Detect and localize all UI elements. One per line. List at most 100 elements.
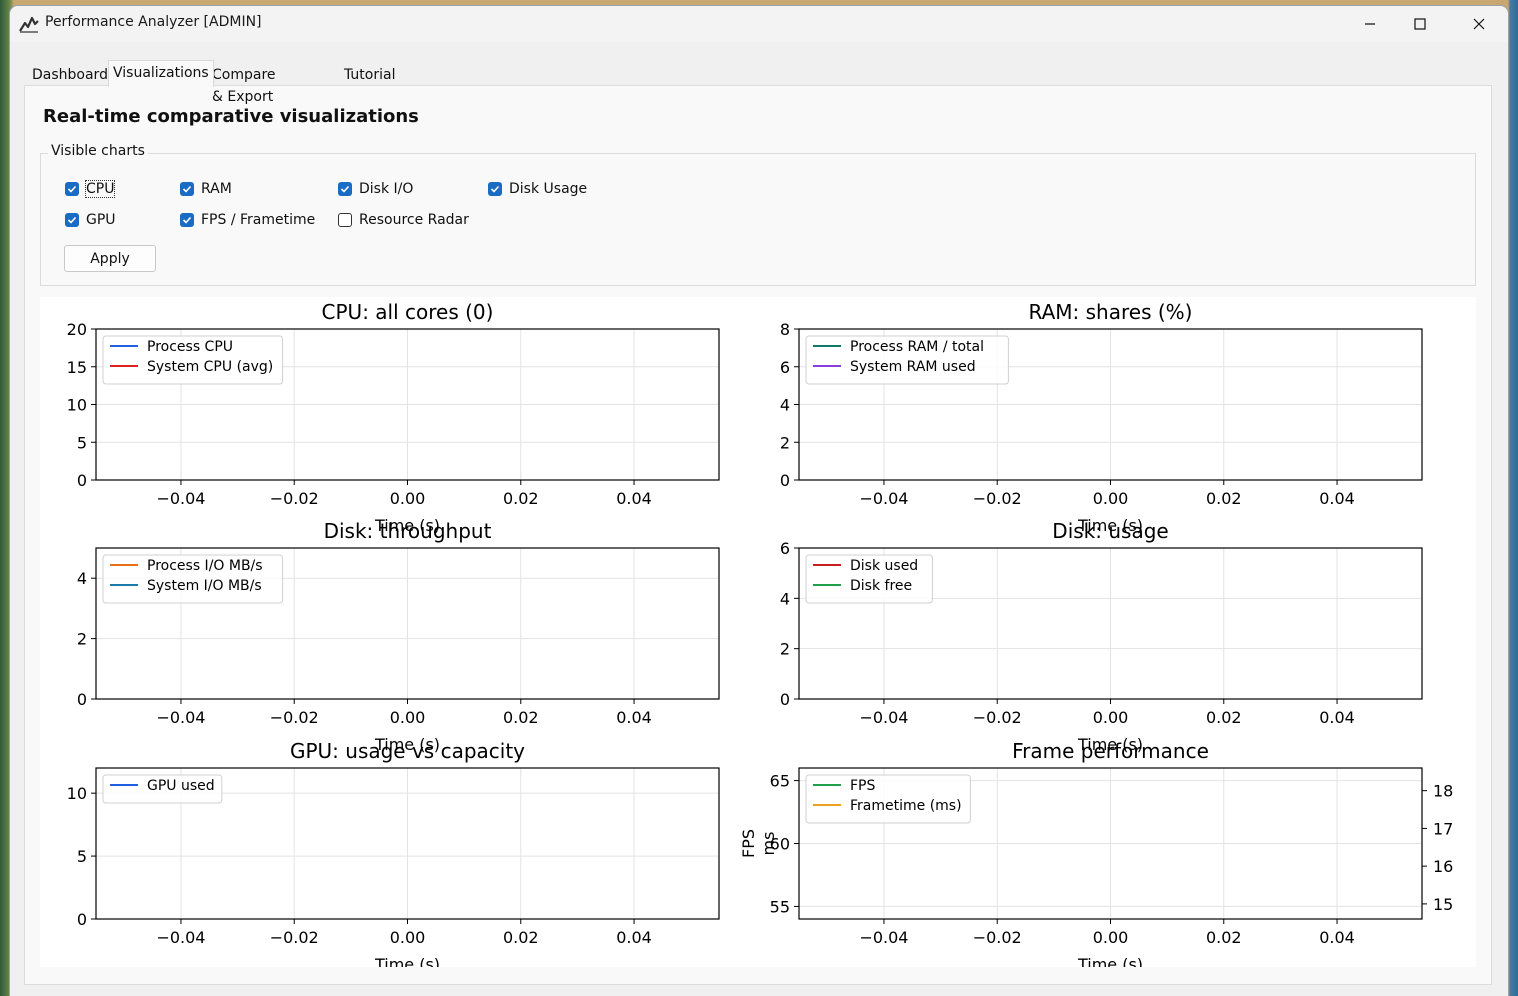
chart-2-legend-label: System RAM used: [850, 359, 976, 375]
checkbox-checked-icon: [65, 182, 79, 196]
chart-4-tick-label-x: 0.00: [1093, 708, 1129, 727]
chart-1-tick-label-x: −0.04: [156, 489, 205, 508]
chart-5-title: GPU: usage vs capacity: [290, 739, 525, 763]
chart-1-legend-label: System CPU (avg): [147, 359, 273, 375]
checkbox-ram[interactable]: RAM: [180, 179, 232, 199]
chart-1-tick-label-y: 20: [67, 320, 87, 339]
tab-tutorial[interactable]: Tutorial: [340, 64, 399, 86]
checkbox-disk-usage-label: Disk Usage: [509, 181, 588, 197]
chart-5-tick-label-x: 0.02: [503, 928, 539, 947]
chart-6-tick-label-y: 65: [770, 772, 790, 791]
chart-4-tick-label-y: 6: [780, 539, 790, 558]
checkbox-resource-radar[interactable]: Resource Radar: [338, 210, 469, 230]
chart-6-tick-label-y-right: 16: [1433, 857, 1453, 876]
checkbox-cpu-label: CPU: [84, 180, 116, 198]
chart-6-tick-label-y-right: 15: [1433, 895, 1453, 914]
chart-2-tick-label-x: 0.02: [1206, 489, 1242, 508]
close-button[interactable]: [1450, 6, 1508, 42]
checkbox-resource-radar-label: Resource Radar: [359, 212, 469, 228]
maximize-icon: [1414, 18, 1426, 30]
chart-1-legend-label: Process CPU: [147, 339, 233, 355]
chart-4-tick-label-x: 0.02: [1206, 708, 1242, 727]
minimize-icon: [1365, 23, 1375, 25]
checkbox-ram-label: RAM: [201, 181, 232, 197]
title-bar[interactable]: Performance Analyzer [ADMIN]: [10, 6, 1508, 42]
chart-6-tick-label-x: −0.04: [859, 928, 908, 947]
checkbox-gpu[interactable]: GPU: [65, 210, 116, 230]
chart-5-tick-label-y: 5: [77, 847, 87, 866]
chart-5-tick-label-x: 0.00: [390, 928, 426, 947]
chart-5-tick-label-y: 0: [77, 910, 87, 929]
chart-3-tick-label-x: 0.00: [390, 708, 426, 727]
checkbox-checked-icon: [338, 182, 352, 196]
chart-3-tick-label-x: 0.02: [503, 708, 539, 727]
chart-2-tick-label-y: 8: [780, 320, 790, 339]
checkbox-unchecked-icon: [338, 213, 352, 227]
chart-2-legend-label: Process RAM / total: [850, 339, 984, 355]
tab-compare-export[interactable]: Compare & Export: [208, 64, 280, 105]
checkbox-fps-frametime-label: FPS / Frametime: [201, 212, 316, 228]
chart-5-legend-label: GPU used: [147, 778, 215, 794]
maximize-button[interactable]: [1391, 6, 1449, 42]
chart-1-tick-label-y: 5: [77, 433, 87, 452]
chart-2-tick-label-y: 0: [780, 471, 790, 490]
chart-6-tick-label-y-right: 18: [1433, 782, 1453, 801]
chart-4-tick-label-y: 0: [780, 690, 790, 709]
chart-1-tick-label-y: 15: [67, 358, 87, 377]
chart-3-tick-label-x: −0.02: [270, 708, 319, 727]
checkbox-checked-icon: [180, 182, 194, 196]
charts-canvas: −0.04 −0.02 0.00 0.02 0.0405101520CPU: all c…: [67, 300, 1454, 974]
chart-3-tick-label-y: 0: [77, 690, 87, 709]
chart-4-title: Disk: usage: [1052, 519, 1168, 543]
chart-4-tick-label-x: −0.04: [859, 708, 908, 727]
chart-1-tick-label-y: 10: [67, 396, 87, 415]
checkbox-cpu[interactable]: CPU: [65, 179, 116, 199]
chart-5-xlabel: Time (s): [374, 955, 440, 967]
checkbox-checked-icon: [488, 182, 502, 196]
close-icon: [1473, 18, 1485, 30]
checkbox-disk-io[interactable]: Disk I/O: [338, 179, 413, 199]
checkbox-disk-io-label: Disk I/O: [359, 181, 414, 197]
chart-2-tick-label-x: −0.02: [973, 489, 1022, 508]
apply-button[interactable]: Apply: [64, 245, 156, 272]
chart-6-tick-label-y-right: 17: [1433, 819, 1453, 838]
checkbox-checked-icon: [180, 213, 194, 227]
chart-3-legend-label: Process I/O MB/s: [147, 558, 263, 574]
chart-6-legend-label: FPS: [850, 778, 875, 794]
chart-4-tick-label-x: −0.02: [973, 708, 1022, 727]
visible-charts-label: Visible charts: [48, 143, 148, 159]
chart-6-tick-label-y: 55: [770, 897, 790, 916]
chart-6-xlabel: Time (s): [1077, 955, 1143, 967]
chart-5-tick-label-x: −0.04: [156, 928, 205, 947]
section-title: Real-time comparative visualizations: [43, 106, 419, 127]
checkbox-checked-icon: [65, 213, 79, 227]
chart-1-tick-label-x: 0.04: [616, 489, 652, 508]
chart-6-ylabel: FPS: [739, 829, 758, 858]
chart-2-tick-label-x: −0.04: [859, 489, 908, 508]
tab-dashboard[interactable]: Dashboard: [28, 64, 112, 86]
checkbox-fps-frametime[interactable]: FPS / Frametime: [180, 210, 315, 230]
chart-3-tick-label-y: 2: [77, 630, 87, 649]
checkbox-disk-usage[interactable]: Disk Usage: [488, 179, 587, 199]
chart-6-tick-label-x: 0.00: [1093, 928, 1129, 947]
chart-5-tick-label-x: 0.04: [616, 928, 652, 947]
chart-4-tick-label-x: 0.04: [1319, 708, 1355, 727]
chart-4-legend-label: Disk used: [850, 558, 918, 574]
chart-6-legend-label: Frametime (ms): [850, 798, 962, 814]
chart-4-legend-label: Disk free: [850, 578, 912, 594]
charts-figure: −0.04 −0.02 0.00 0.02 0.04 0 5 10 15 20 CPU: all c…: [40, 297, 1476, 974]
checkbox-gpu-label: GPU: [86, 212, 116, 228]
chart-1-tick-label-x: 0.02: [503, 489, 539, 508]
tab-visualizations[interactable]: Visualizations: [108, 60, 214, 87]
chart-4-tick-label-y: 4: [780, 589, 790, 608]
chart-2-tick-label-x: 0.04: [1319, 489, 1355, 508]
chart-3-tick-label-x: −0.04: [156, 708, 205, 727]
chart-5-tick-label-y: 10: [67, 784, 87, 803]
chart-2-title: RAM: shares (%): [1029, 300, 1193, 324]
chart-2-tick-label-y: 4: [780, 396, 790, 415]
chart-6-title: Frame performance: [1012, 739, 1209, 763]
chart-5-tick-label-x: −0.02: [270, 928, 319, 947]
chart-2-tick-label-x: 0.00: [1093, 489, 1129, 508]
chart-6-tick-label-x: 0.04: [1319, 928, 1355, 947]
chart-4-tick-label-y: 2: [780, 640, 790, 659]
